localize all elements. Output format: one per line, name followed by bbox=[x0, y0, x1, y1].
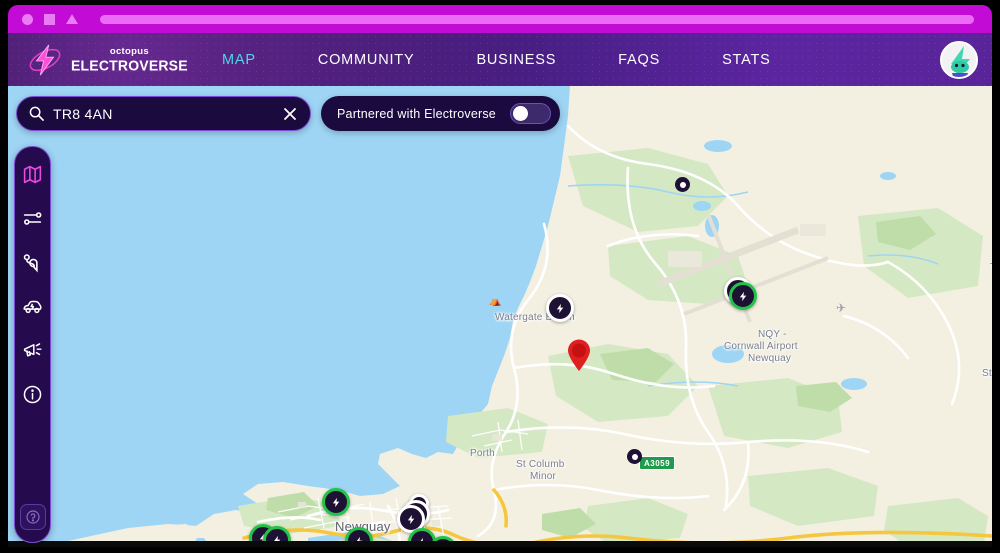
sidebar-item-info[interactable] bbox=[18, 379, 48, 409]
beach-icon: ⛺ bbox=[489, 296, 502, 307]
brand-name-bottom: ELECTROVERSE bbox=[71, 56, 188, 74]
search-bar[interactable] bbox=[16, 96, 311, 131]
charger-marker[interactable] bbox=[546, 294, 574, 322]
electroverse-bolt-logo-icon bbox=[26, 43, 64, 77]
circle-shape-icon[interactable] bbox=[22, 13, 33, 25]
partner-toggle-switch[interactable] bbox=[509, 103, 551, 124]
poi-dot[interactable] bbox=[627, 449, 642, 464]
browser-window: octopus ELECTROVERSE MAP COMMUNITY BUSIN… bbox=[0, 0, 1000, 553]
brand-name-top: octopus bbox=[109, 46, 149, 58]
partner-toggle-label: Partnered with Electroverse bbox=[337, 106, 496, 121]
square-shape-icon[interactable] bbox=[44, 13, 55, 25]
nav-item-business[interactable]: BUSINESS bbox=[445, 52, 587, 68]
airport-icon: ✈ bbox=[836, 301, 847, 315]
location-pin-icon[interactable] bbox=[566, 338, 592, 372]
triangle-shape-icon[interactable] bbox=[66, 14, 78, 24]
help-button[interactable] bbox=[19, 504, 46, 530]
nav-item-map[interactable]: MAP bbox=[191, 52, 287, 68]
brand-logo[interactable]: octopus ELECTROVERSE bbox=[8, 43, 188, 77]
nav-item-stats[interactable]: STATS bbox=[691, 52, 802, 68]
close-icon[interactable] bbox=[282, 106, 298, 122]
nav-item-faqs[interactable]: FAQS bbox=[587, 52, 691, 68]
map-attribution-bar bbox=[8, 541, 992, 547]
charger-marker[interactable] bbox=[729, 282, 757, 310]
sidebar-item-map[interactable] bbox=[18, 159, 48, 189]
address-bar[interactable] bbox=[100, 14, 974, 24]
map-tool-rail bbox=[14, 146, 51, 543]
toggle-knob bbox=[512, 105, 528, 121]
sidebar-item-route[interactable] bbox=[18, 247, 48, 277]
window-titlebar bbox=[8, 5, 992, 33]
sidebar-item-vehicle[interactable] bbox=[18, 291, 48, 321]
nav-item-community[interactable]: COMMUNITY bbox=[287, 52, 446, 68]
search-icon bbox=[29, 106, 44, 121]
site-header: octopus ELECTROVERSE MAP COMMUNITY BUSIN… bbox=[8, 33, 992, 86]
poi-dot[interactable] bbox=[675, 177, 690, 192]
map-tiles bbox=[8, 86, 992, 547]
avatar[interactable] bbox=[940, 41, 978, 79]
search-input[interactable] bbox=[53, 105, 282, 122]
road-badge: A3059 bbox=[639, 456, 676, 470]
charger-marker[interactable] bbox=[322, 488, 350, 516]
map-canvas[interactable]: Watergate Beach Porth St Columb Minor Ne… bbox=[8, 86, 992, 547]
sidebar-item-news[interactable] bbox=[18, 335, 48, 365]
main-nav: MAP COMMUNITY BUSINESS FAQS STATS bbox=[191, 52, 802, 68]
sidebar-item-filters[interactable] bbox=[18, 203, 48, 233]
window-controls bbox=[22, 13, 78, 25]
partner-toggle[interactable]: Partnered with Electroverse bbox=[321, 96, 560, 131]
